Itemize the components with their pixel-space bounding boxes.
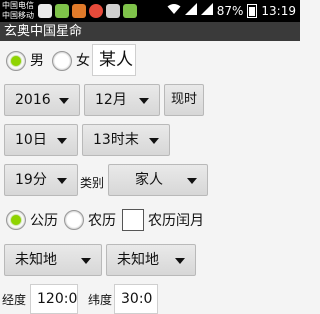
place-1-spinner[interactable]: 未知地 xyxy=(4,244,102,276)
gender-male-label: 男 xyxy=(30,53,44,69)
signal-icon xyxy=(200,3,213,18)
carrier-2-label: 中国移动 xyxy=(2,11,34,20)
day-spinner[interactable]: 10日 xyxy=(4,124,78,156)
day-value: 10日 xyxy=(15,132,47,148)
wifi-icon xyxy=(167,3,181,18)
chevron-down-icon xyxy=(59,98,69,104)
status-right: 87% 13:19 xyxy=(167,3,296,18)
hour-value: 13时末 xyxy=(93,132,139,148)
month-spinner[interactable]: 12月 xyxy=(84,84,160,116)
chevron-down-icon xyxy=(81,258,91,264)
year-value: 2016 xyxy=(15,92,51,108)
carrier-1-label: 中国电信 xyxy=(2,1,34,10)
calendar-lunar-radio[interactable] xyxy=(64,210,84,230)
chevron-down-icon xyxy=(175,258,185,264)
lunar-leap-checkbox[interactable] xyxy=(122,209,144,231)
place-2-spinner[interactable]: 未知地 xyxy=(106,244,196,276)
lunar-leap-label: 农历闰月 xyxy=(148,213,204,229)
calendar-solar-radio[interactable] xyxy=(6,210,26,230)
app-title-bar: 玄奥中国星命 xyxy=(0,22,300,41)
gender-female-label: 女 xyxy=(76,53,90,69)
gender-male-radio[interactable] xyxy=(6,51,26,71)
longitude-input[interactable]: 120:0 xyxy=(30,284,78,314)
android-notification-icon xyxy=(55,4,69,18)
app-notification-icon xyxy=(72,4,86,18)
app-title: 玄奥中国星命 xyxy=(4,24,83,39)
chevron-down-icon xyxy=(149,138,159,144)
month-value: 12月 xyxy=(95,92,127,108)
minute-spinner[interactable]: 19分 xyxy=(4,164,78,196)
minute-value: 19分 xyxy=(15,172,47,188)
category-spinner[interactable]: 家人 xyxy=(108,164,208,196)
calendar-solar-label: 公历 xyxy=(30,213,58,229)
app-notification-icon xyxy=(38,4,52,18)
notification-icons xyxy=(38,4,137,18)
now-button[interactable]: 现时 xyxy=(164,84,204,116)
chevron-down-icon xyxy=(187,178,197,184)
battery-percent: 87% xyxy=(216,3,244,18)
place-1-value: 未知地 xyxy=(15,252,57,268)
category-label: 类别 xyxy=(80,176,105,190)
chevron-down-icon xyxy=(57,138,67,144)
clock: 13:19 xyxy=(261,3,296,18)
year-spinner[interactable]: 2016 xyxy=(4,84,80,116)
name-input[interactable]: 某人 xyxy=(92,44,136,76)
hour-spinner[interactable]: 13时末 xyxy=(82,124,170,156)
chevron-down-icon xyxy=(139,98,149,104)
gender-female-radio[interactable] xyxy=(52,51,72,71)
android-notification-icon xyxy=(123,4,137,18)
place-2-value: 未知地 xyxy=(117,252,159,268)
latitude-label: 纬度 xyxy=(88,293,113,307)
carrier-info: 中国电信 中国移动 xyxy=(2,1,34,21)
signal-icon xyxy=(184,3,197,18)
battery-icon xyxy=(247,3,258,18)
status-bar: 中国电信 中国移动 87% 13:19 xyxy=(0,0,300,22)
category-value: 家人 xyxy=(135,172,163,188)
latitude-input[interactable]: 30:0 xyxy=(114,284,158,314)
chevron-down-icon xyxy=(57,178,67,184)
image-notification-icon xyxy=(106,4,120,18)
calendar-lunar-label: 农历 xyxy=(88,213,116,229)
browser-notification-icon xyxy=(89,4,103,18)
longitude-label: 经度 xyxy=(2,293,27,307)
